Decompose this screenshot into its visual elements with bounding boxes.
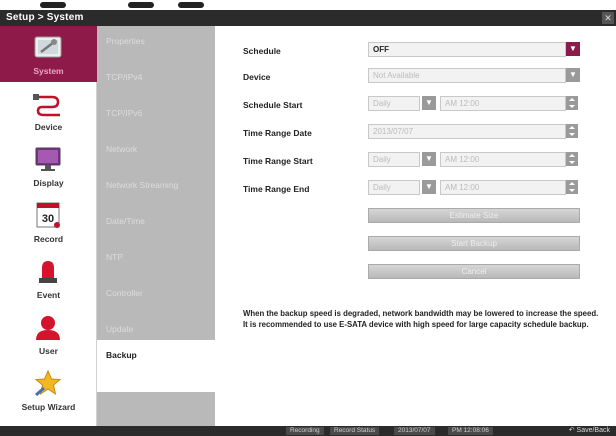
status-time: PM 12:08:06 bbox=[448, 427, 493, 435]
sidebar-item-label: Display bbox=[33, 178, 64, 188]
backup-note: When the backup speed is degraded, netwo… bbox=[243, 309, 599, 329]
estimate-size-button[interactable]: Estimate Size bbox=[368, 208, 580, 223]
system-tools-icon bbox=[34, 36, 62, 58]
title-bar: Setup > System ✕ bbox=[0, 10, 616, 26]
sidebar-item-label: Record bbox=[33, 234, 64, 244]
time-stepper-icon[interactable] bbox=[566, 96, 578, 110]
submenu-item-controller[interactable]: Controller bbox=[97, 278, 215, 314]
cancel-button[interactable]: Cancel bbox=[368, 264, 580, 279]
sidebar-item-label: System bbox=[33, 66, 64, 76]
cable-icon bbox=[33, 94, 60, 117]
sidebar-item-system[interactable]: System bbox=[0, 26, 97, 82]
submenu-item-date-time[interactable]: Date/Time bbox=[97, 206, 215, 242]
decor-dot bbox=[40, 2, 66, 8]
date-stepper-icon[interactable] bbox=[566, 124, 578, 138]
chevron-down-icon[interactable]: ▼ bbox=[566, 68, 580, 82]
chevron-down-icon[interactable]: ▼ bbox=[422, 152, 436, 166]
time-range-end-label: Time Range End bbox=[243, 184, 310, 194]
submenu-item-properties[interactable]: Properties bbox=[97, 26, 215, 62]
time-stepper-icon[interactable] bbox=[566, 152, 578, 166]
device-select[interactable]: Not Available bbox=[368, 68, 566, 83]
close-icon[interactable]: ✕ bbox=[602, 12, 614, 24]
chevron-down-icon[interactable]: ▼ bbox=[422, 180, 436, 194]
user-icon bbox=[36, 316, 60, 340]
save-back-button[interactable]: ↶ Save/Back bbox=[569, 426, 610, 436]
window-title: Setup > System bbox=[6, 12, 84, 23]
schedule-start-day-select[interactable]: Daily bbox=[368, 96, 420, 111]
status-date: 2013/07/07 bbox=[394, 427, 435, 435]
start-backup-button[interactable]: Start Backup bbox=[368, 236, 580, 251]
schedule-select[interactable]: OFF bbox=[368, 42, 566, 57]
status-bar: Recording Record Status 2013/07/07 PM 12… bbox=[0, 426, 616, 436]
record-3d-icon: 30 bbox=[36, 202, 60, 228]
submenu-item-backup[interactable]: Backup bbox=[97, 340, 215, 392]
system-submenu: Properties TCP/IPv4 TCP/IPv6 Network Net… bbox=[97, 26, 215, 426]
siren-icon bbox=[39, 261, 57, 283]
backup-settings-panel: Schedule OFF ▼ Device Not Available ▼ Sc… bbox=[215, 26, 616, 426]
submenu-item-tcp-ipv4[interactable]: TCP/IPv4 bbox=[97, 62, 215, 98]
sidebar-item-display[interactable]: Display bbox=[0, 138, 97, 194]
submenu-item-network-streaming[interactable]: Network Streaming bbox=[97, 170, 215, 206]
save-back-label: Save/Back bbox=[576, 427, 610, 434]
time-range-start-label: Time Range Start bbox=[243, 156, 313, 166]
sidebar-item-setup-wizard[interactable]: Setup Wizard bbox=[0, 362, 97, 418]
sidebar-item-record[interactable]: 30 Record bbox=[0, 194, 97, 250]
time-range-date-field[interactable]: 2013/07/07 bbox=[368, 124, 566, 139]
chevron-down-icon[interactable]: ▼ bbox=[566, 42, 580, 56]
wizard-star-icon bbox=[34, 369, 62, 397]
category-sidebar: System Device Display 30 Record Event Us… bbox=[0, 26, 97, 426]
top-strip bbox=[0, 0, 616, 10]
time-range-end-time-field[interactable]: AM 12:00 bbox=[440, 180, 566, 195]
chevron-down-icon[interactable]: ▼ bbox=[422, 96, 436, 110]
time-range-date-label: Time Range Date bbox=[243, 128, 312, 138]
time-range-start-time-field[interactable]: AM 12:00 bbox=[440, 152, 566, 167]
sidebar-item-label: User bbox=[39, 346, 58, 356]
time-range-start-day-select[interactable]: Daily bbox=[368, 152, 420, 167]
recording-indicator: Recording bbox=[286, 427, 324, 435]
schedule-start-time-field[interactable]: AM 12:00 bbox=[440, 96, 566, 111]
device-label: Device bbox=[243, 72, 271, 82]
submenu-item-network[interactable]: Network bbox=[97, 134, 215, 170]
sidebar-item-event[interactable]: Event bbox=[0, 250, 97, 306]
sidebar-item-device[interactable]: Device bbox=[0, 82, 97, 138]
sidebar-item-label: Event bbox=[36, 290, 61, 300]
sidebar-item-user[interactable]: User bbox=[0, 306, 97, 362]
sidebar-item-label: Setup Wizard bbox=[21, 402, 76, 412]
svg-text:30: 30 bbox=[42, 213, 54, 225]
schedule-label: Schedule bbox=[243, 46, 281, 56]
monitor-icon bbox=[35, 147, 61, 171]
record-status-indicator: Record Status bbox=[330, 427, 380, 435]
submenu-item-tcp-ipv6[interactable]: TCP/IPv6 bbox=[97, 98, 215, 134]
decor-dot bbox=[128, 2, 154, 8]
decor-dot bbox=[178, 2, 204, 8]
time-range-end-day-select[interactable]: Daily bbox=[368, 180, 420, 195]
sidebar-item-label: Device bbox=[34, 122, 63, 132]
schedule-start-label: Schedule Start bbox=[243, 100, 303, 110]
time-stepper-icon[interactable] bbox=[566, 180, 578, 194]
submenu-item-ntp[interactable]: NTP bbox=[97, 242, 215, 278]
